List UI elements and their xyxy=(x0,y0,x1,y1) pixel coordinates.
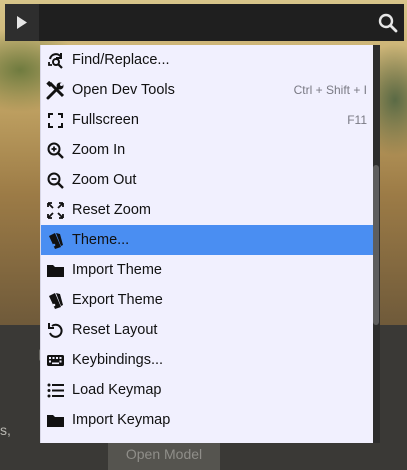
menu-item-label: Open Dev Tools xyxy=(72,82,175,98)
menu-item-import-theme[interactable]: Import Theme xyxy=(41,255,374,285)
menu-item-label: Import Keymap xyxy=(72,412,171,428)
toolbar xyxy=(5,4,404,41)
menu-item-export-theme[interactable]: Export Theme xyxy=(41,285,374,315)
menu-item-label: Zoom Out xyxy=(72,172,137,188)
menu-scrollbar-thumb[interactable] xyxy=(373,165,379,325)
menu-item-label: Keybindings... xyxy=(72,352,164,368)
tools-icon xyxy=(46,81,65,100)
background-text: s, xyxy=(0,422,11,438)
menu-item-import-keymap[interactable]: Import Keymap xyxy=(41,405,374,435)
menu-item-find-replace[interactable]: Find/Replace... xyxy=(41,45,374,75)
zoom-in-icon xyxy=(47,142,64,159)
menu-item-label: Load Keymap xyxy=(72,382,162,398)
open-model-button[interactable]: Open Model xyxy=(108,441,220,470)
menu-item-label: Zoom In xyxy=(72,142,126,158)
menu-item-zoom-in[interactable]: Zoom In xyxy=(41,135,374,165)
menu-item-label: Theme... xyxy=(72,232,130,248)
play-button[interactable] xyxy=(5,4,39,41)
undo-icon xyxy=(48,323,63,338)
menu-item-label: Find/Replace... xyxy=(72,52,170,68)
theme-icon xyxy=(49,233,63,249)
menu-item-zoom-out[interactable]: Zoom Out xyxy=(41,165,374,195)
menu-item-shortcut: Ctrl + Shift + I xyxy=(293,83,367,97)
menu-item-label: Fullscreen xyxy=(72,112,139,128)
export-theme-icon xyxy=(49,293,63,309)
menu-item-open-dev-tools[interactable]: Open Dev Tools Ctrl + Shift + I xyxy=(41,75,374,105)
menu-item-label: Export Theme xyxy=(72,292,163,308)
menu-item-load-keymap[interactable]: Load Keymap xyxy=(41,375,374,405)
keyboard-icon xyxy=(46,439,65,443)
menu-item-label: Reset Layout xyxy=(72,322,158,338)
menu-item-fullscreen[interactable]: Fullscreen F11 xyxy=(41,105,374,135)
menu-item-label: Reset Zoom xyxy=(72,202,151,218)
fullscreen-icon xyxy=(48,113,63,128)
search-button[interactable] xyxy=(376,11,400,35)
reset-zoom-icon xyxy=(47,202,64,219)
menu-item-partial[interactable] xyxy=(41,435,374,443)
dropdown-menu: Find/Replace... Open Dev Tools Ctrl + Sh… xyxy=(40,45,374,443)
menu-item-keybindings[interactable]: Keybindings... xyxy=(41,345,374,375)
menu-item-reset-layout[interactable]: Reset Layout xyxy=(41,315,374,345)
menu-item-label: Import Theme xyxy=(72,262,162,278)
play-icon xyxy=(17,16,27,29)
keyboard-icon xyxy=(47,355,64,366)
list-icon xyxy=(47,383,64,398)
menu-item-theme[interactable]: Theme... xyxy=(41,225,374,255)
find-replace-icon xyxy=(48,53,63,69)
menu-item-shortcut: F11 xyxy=(347,113,367,127)
search-icon xyxy=(378,13,398,33)
menu-item-reset-zoom[interactable]: Reset Zoom xyxy=(41,195,374,225)
zoom-out-icon xyxy=(47,172,64,189)
folder-icon xyxy=(47,415,64,427)
folder-icon xyxy=(47,265,64,277)
